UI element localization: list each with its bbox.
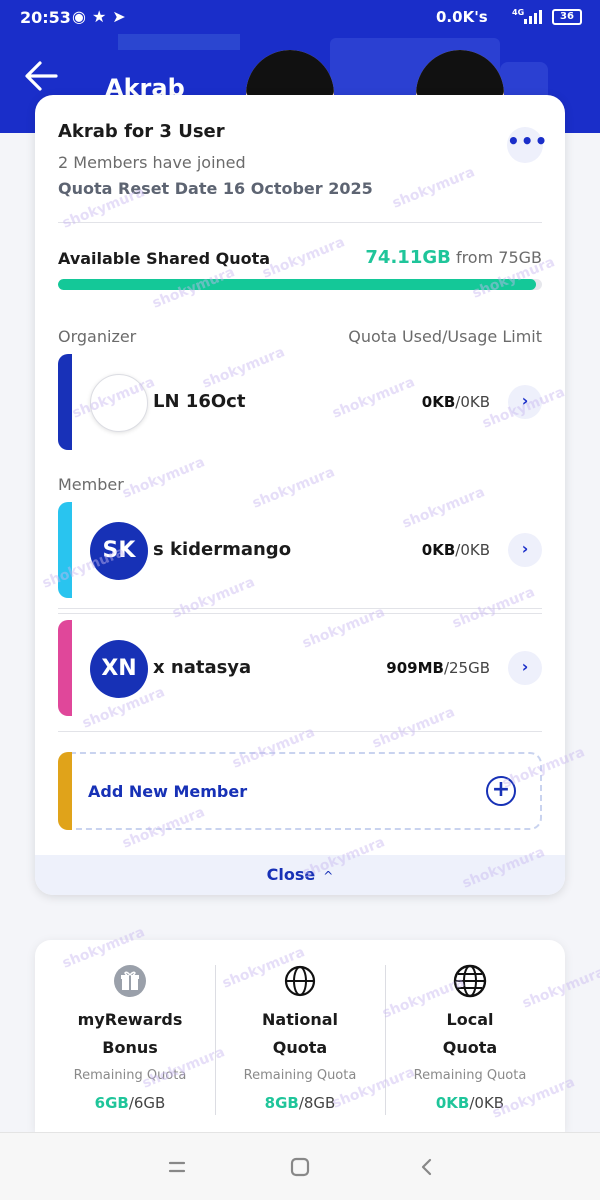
quota-title: Local Quota xyxy=(442,1010,498,1057)
blurred-area xyxy=(118,34,240,50)
member-row[interactable]: SK s kidermango 0KB/0KB › xyxy=(58,502,542,614)
member-stripe xyxy=(58,620,72,716)
recents-icon[interactable] xyxy=(165,1155,189,1179)
status-bar: 20:53 ◉★➤ 0.0K's 4G 36 xyxy=(0,0,600,36)
system-navigation-bar xyxy=(0,1132,600,1200)
avatar: SK xyxy=(90,522,148,580)
chevron-right-icon[interactable]: › xyxy=(508,533,542,567)
member-row[interactable]: XN x natasya 909MB/25GB › xyxy=(58,620,542,732)
back-icon[interactable] xyxy=(415,1155,439,1179)
signal-icon xyxy=(524,10,544,24)
add-member-label: Add New Member xyxy=(88,782,248,801)
divider xyxy=(58,222,542,223)
divider xyxy=(58,613,542,614)
avatar xyxy=(90,374,148,432)
shared-quota-available: 74.11GB xyxy=(365,247,451,268)
quota-card-local[interactable]: Local Quota Remaining Quota 0KB/0KB xyxy=(385,940,555,1132)
organizer-usage: 0KB/0KB xyxy=(421,393,490,411)
quota-card-rewards[interactable]: myRewards Bonus Remaining Quota 6GB/6GB xyxy=(45,940,215,1132)
globe-icon xyxy=(453,964,487,998)
members-joined-text: 2 Members have joined xyxy=(58,153,246,172)
quota-summary-panel: myRewards Bonus Remaining Quota 6GB/6GB N… xyxy=(35,940,565,1132)
plan-name: Akrab for 3 User xyxy=(58,121,225,142)
battery-icon: 36 xyxy=(552,9,582,25)
plus-circle-icon[interactable]: + xyxy=(486,776,516,806)
chevron-up-icon: ^ xyxy=(323,869,334,883)
more-horizontal-icon: ••• xyxy=(507,129,549,153)
quota-reset-date: Quota Reset Date 16 October 2025 xyxy=(58,179,373,198)
gift-icon xyxy=(114,965,146,997)
shared-quota-label: Available Shared Quota xyxy=(58,249,271,268)
avatar: XN xyxy=(90,640,148,698)
network-speed: 0.0K's xyxy=(436,8,488,26)
divider xyxy=(58,608,542,609)
quota-subtitle: Remaining Quota xyxy=(243,1068,357,1083)
member-name: x natasya xyxy=(153,657,252,678)
organizer-label: Organizer xyxy=(58,327,137,346)
quota-title: National Quota xyxy=(262,1010,338,1057)
quota-subtitle: Remaining Quota xyxy=(413,1068,527,1083)
quota-card-national[interactable]: National Quota Remaining Quota 8GB/8GB xyxy=(215,940,385,1132)
quota-value: 6GB/6GB xyxy=(94,1094,166,1112)
status-time: 20:53 xyxy=(20,8,71,27)
chevron-right-icon[interactable]: › xyxy=(508,385,542,419)
member-name: s kidermango xyxy=(153,539,292,560)
quota-title: myRewards Bonus xyxy=(77,1010,183,1057)
home-icon[interactable] xyxy=(288,1155,312,1179)
member-label: Member xyxy=(58,475,124,494)
close-label: Close xyxy=(266,865,316,884)
add-new-member-button[interactable]: Add New Member + xyxy=(58,752,542,830)
organizer-stripe xyxy=(58,354,72,450)
member-usage: 909MB/25GB xyxy=(386,659,490,677)
shared-quota-progress-fill xyxy=(58,279,537,290)
network-type: 4G xyxy=(512,8,525,17)
family-plan-card: Akrab for 3 User 2 Members have joined Q… xyxy=(35,95,565,895)
quota-value: 8GB/8GB xyxy=(264,1094,336,1112)
globe-icon xyxy=(284,965,316,997)
quota-column-label: Quota Used/Usage Limit xyxy=(348,327,542,346)
member-usage: 0KB/0KB xyxy=(421,541,490,559)
shared-quota-progress xyxy=(58,279,542,290)
more-options-button[interactable]: ••• xyxy=(507,127,547,163)
divider xyxy=(58,731,542,732)
member-stripe xyxy=(58,502,72,598)
shared-quota-value: 74.11GB from 75GB xyxy=(365,247,542,268)
notification-icons: ◉★➤ xyxy=(72,7,132,26)
quota-subtitle: Remaining Quota xyxy=(73,1068,187,1083)
arrow-left-icon[interactable] xyxy=(22,58,62,94)
quota-value: 0KB/0KB xyxy=(435,1094,505,1112)
chevron-right-icon[interactable]: › xyxy=(508,651,542,685)
add-member-stripe xyxy=(58,752,72,830)
close-button[interactable]: Close ^ xyxy=(35,855,565,895)
shared-quota-total: from 75GB xyxy=(455,248,542,267)
organizer-name: LN 16Oct xyxy=(153,391,246,412)
organizer-row[interactable]: LN 16Oct 0KB/0KB › xyxy=(58,354,542,450)
